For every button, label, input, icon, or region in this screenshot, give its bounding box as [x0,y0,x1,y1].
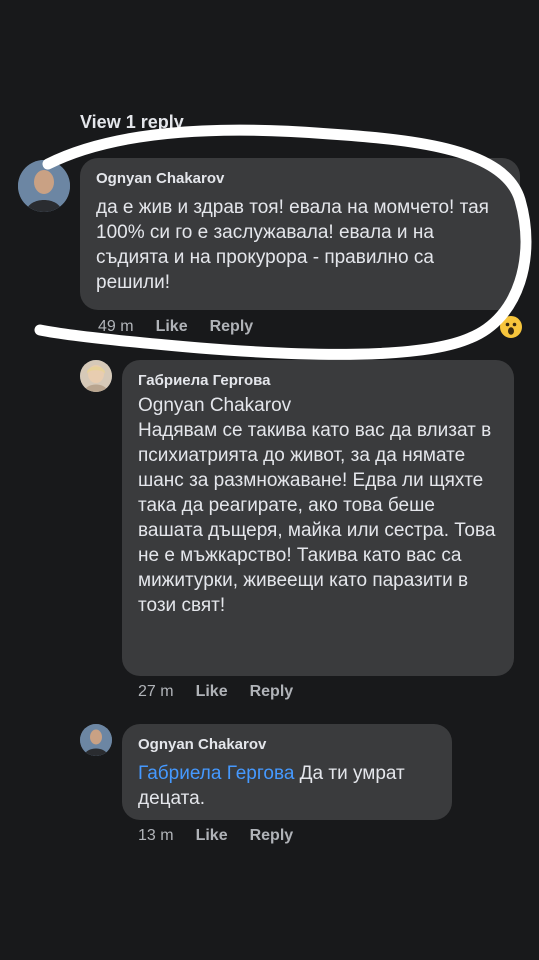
reply-button[interactable]: Reply [250,827,294,845]
comment-actions: 49 m Like Reply [98,318,253,336]
profile-photo-icon [18,160,70,212]
comment-author[interactable]: Ognyan Chakarov [96,170,504,187]
comment-timestamp[interactable]: 13 m [138,827,174,845]
comment-actions: 13 m Like Reply [138,827,293,845]
comment-text: Ognyan Chakarov Надявам се такива като в… [138,393,498,618]
comment-timestamp[interactable]: 49 m [98,318,134,336]
like-button[interactable]: Like [196,827,228,845]
comment-bubble: Габриела Гергова Ognyan Chakarov Надявам… [122,360,514,676]
comment-body: Надявам се такива като вас да влизат в п… [138,420,496,616]
avatar[interactable] [80,724,112,756]
mention-link[interactable]: Габриела Гергова [138,763,294,784]
like-button[interactable]: Like [196,683,228,701]
mention-link[interactable]: Ognyan Chakarov [138,393,498,418]
avatar[interactable] [18,160,70,212]
comment-bubble: Ognyan Chakarov Габриела Гергова Да ти у… [122,724,452,820]
reply-button[interactable]: Reply [250,683,294,701]
profile-photo-icon [80,724,112,756]
avatar[interactable] [80,360,112,392]
comment-author[interactable]: Габриела Гергова [138,372,498,389]
comment-text: Габриела Гергова Да ти умрат децата. [138,761,436,811]
comment-actions: 27 m Like Reply [138,683,293,701]
reply-button[interactable]: Reply [210,318,254,336]
comment-text: да е жив и здрав тоя! евала на момчето! … [96,197,489,293]
comment-author[interactable]: Ognyan Chakarov [138,736,436,753]
profile-photo-icon [80,360,112,392]
comment-timestamp[interactable]: 27 m [138,683,174,701]
like-button[interactable]: Like [156,318,188,336]
comment-bubble: Ognyan Chakarov да е жив и здрав тоя! ев… [80,158,520,310]
wow-reaction-icon[interactable] [498,314,524,340]
view-replies-link[interactable]: View 1 reply [80,112,184,133]
